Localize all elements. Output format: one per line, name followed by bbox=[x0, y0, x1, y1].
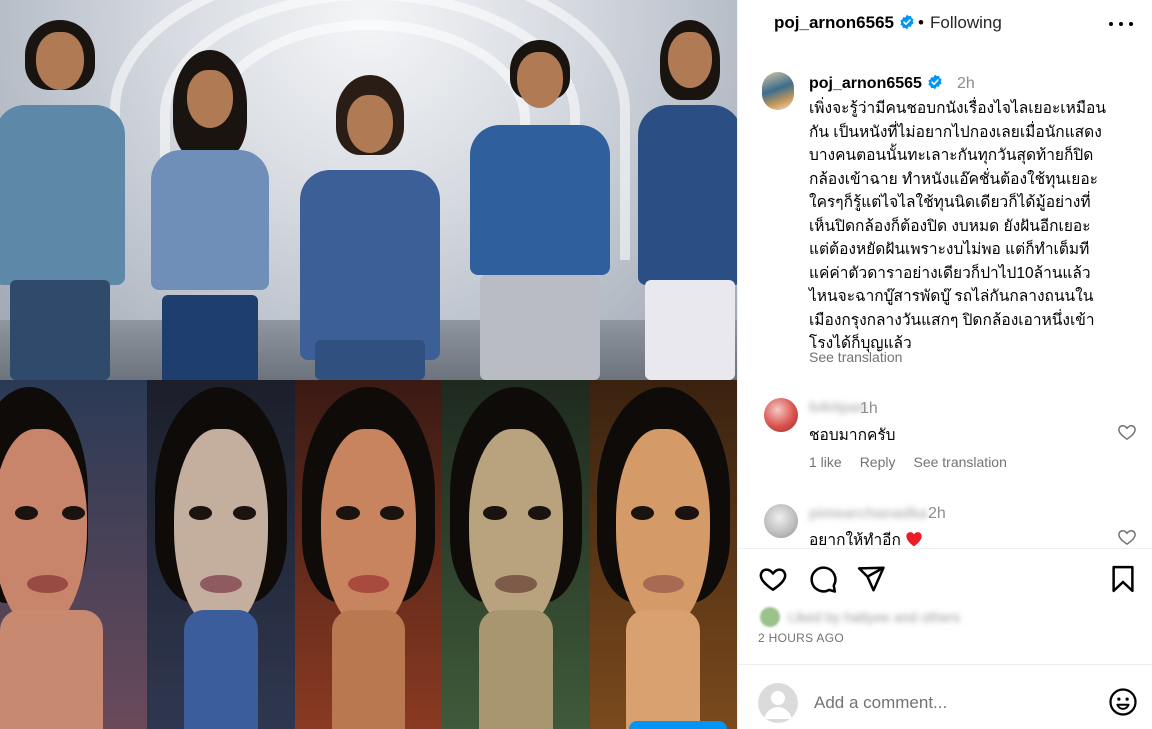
see-translation-link[interactable]: See translation bbox=[913, 454, 1006, 470]
group-photo bbox=[0, 0, 737, 380]
post-dialog: poj_arnon6565 • Following poj_arnon6565 … bbox=[0, 0, 1152, 729]
post-header: poj_arnon6565 • Following bbox=[738, 0, 1152, 48]
add-comment-row bbox=[758, 683, 1138, 723]
comment-input[interactable] bbox=[814, 691, 1084, 715]
see-translation-link[interactable]: See translation bbox=[809, 349, 902, 365]
divider bbox=[738, 664, 1152, 665]
verified-badge-icon bbox=[928, 74, 942, 90]
comment-username[interactable]: b4t4pan bbox=[809, 399, 867, 416]
caption-text: เพิ่งจะรู้ว่ามีคนชอบกนังเรื่องไจไลเยอะเห… bbox=[809, 100, 1106, 352]
comment-likes[interactable]: 1 like bbox=[809, 454, 842, 470]
comments-scroll-area[interactable]: poj_arnon6565 2h เพิ่งจะรู้ว่ามีคนชอบกนั… bbox=[738, 60, 1152, 548]
liked-by[interactable]: Liked by hattyee and others bbox=[760, 606, 960, 628]
header-username[interactable]: poj_arnon6565 bbox=[774, 13, 915, 33]
bookmark-icon[interactable] bbox=[1108, 564, 1138, 594]
following-button[interactable]: Following bbox=[930, 13, 1002, 33]
more-options-icon[interactable] bbox=[1109, 16, 1133, 32]
red-heart-emoji-icon bbox=[906, 532, 922, 547]
comment-text: ชอบมากครับ bbox=[809, 427, 896, 444]
caption-time: 2h bbox=[957, 75, 975, 92]
share-icon[interactable] bbox=[856, 564, 886, 594]
avatar[interactable] bbox=[762, 72, 794, 110]
comment-icon[interactable] bbox=[808, 564, 838, 594]
post-timestamp[interactable]: 2 HOURS AGO bbox=[758, 631, 844, 645]
heart-icon[interactable] bbox=[758, 564, 788, 594]
media-overlay-button[interactable] bbox=[629, 721, 727, 729]
post-actions bbox=[758, 564, 1138, 594]
liked-by-text[interactable]: Liked by hattyee and others bbox=[788, 609, 960, 625]
avatar bbox=[760, 607, 780, 627]
post-media[interactable] bbox=[0, 0, 737, 729]
comment-text: อยากให้ทำอีก bbox=[809, 527, 923, 548]
comment-time: 1h bbox=[860, 400, 878, 417]
comment-username[interactable]: pimearchanadka bbox=[809, 505, 927, 522]
verified-badge-icon bbox=[900, 14, 914, 30]
avatar[interactable] bbox=[764, 504, 798, 538]
heart-icon[interactable] bbox=[1117, 422, 1137, 442]
comment-time: 2h bbox=[928, 505, 946, 522]
avatar[interactable] bbox=[758, 683, 798, 723]
heart-icon[interactable] bbox=[1117, 527, 1137, 547]
caption-username[interactable]: poj_arnon6565 bbox=[809, 74, 943, 93]
divider bbox=[738, 548, 1152, 549]
emoji-icon[interactable] bbox=[1108, 687, 1138, 717]
post-sidebar: poj_arnon6565 • Following poj_arnon6565 … bbox=[737, 0, 1152, 729]
reply-button[interactable]: Reply bbox=[860, 454, 896, 470]
avatar[interactable] bbox=[764, 398, 798, 432]
poster-photo bbox=[0, 380, 737, 729]
header-separator: • bbox=[918, 13, 924, 32]
